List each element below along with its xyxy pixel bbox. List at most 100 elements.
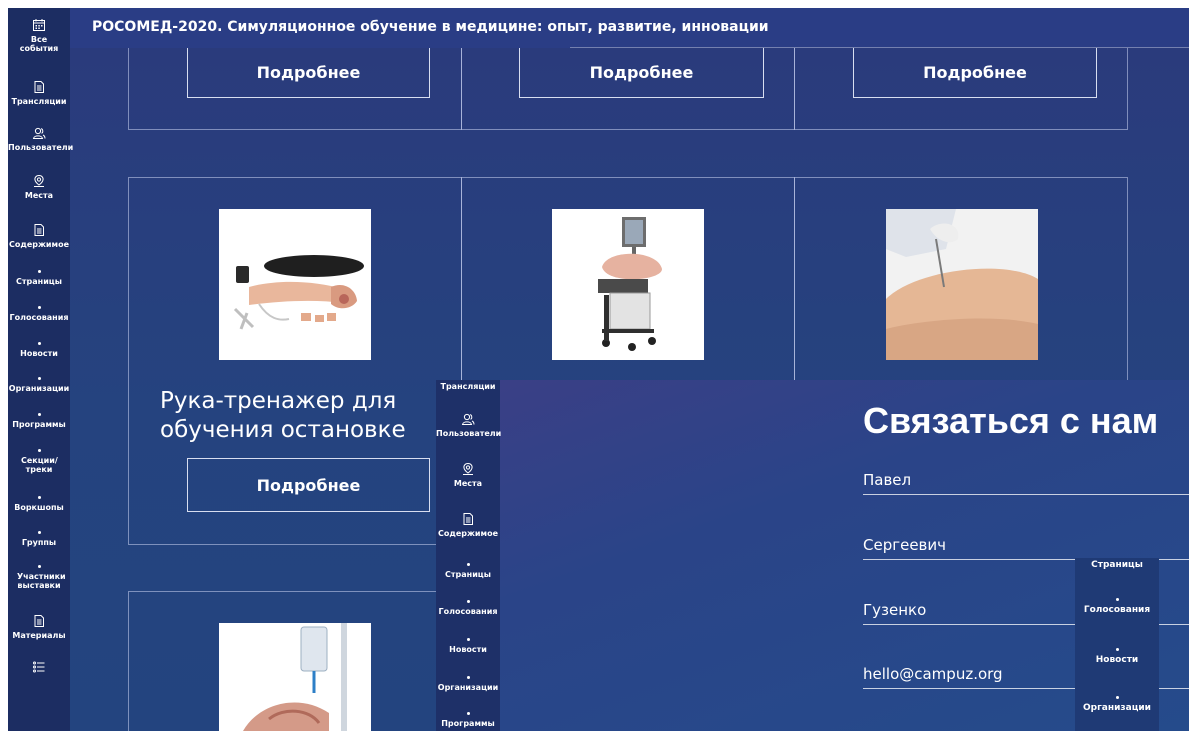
overlay-sidebar-item-votes[interactable]: Голосования [436, 600, 500, 616]
sidebar-item-label: Голосования [9, 313, 69, 322]
sidebar-item-exhibitors[interactable]: Участники выставки [8, 565, 70, 590]
field-value: Павел [863, 471, 912, 489]
field-value: Гузенко [863, 601, 927, 619]
mini-sidebar-item-organizations[interactable]: Организации [1075, 696, 1159, 713]
sidebar-item-materials[interactable]: Материалы [8, 614, 70, 640]
overlay-sidebar-item-programs[interactable]: Программы [436, 712, 500, 728]
dot-icon [37, 449, 41, 452]
sidebar-item-label: Содержимое [437, 529, 498, 538]
sidebar-item-label: Пользователи [8, 143, 74, 152]
document-icon [34, 615, 44, 627]
sidebar-item-label: Секции/ треки [21, 456, 58, 474]
mini-sidebar-item-news[interactable]: Новости [1075, 648, 1159, 665]
sidebar-item-workshops[interactable]: Воркшопы [8, 496, 70, 512]
app-window: РОСОМЕД-2020. Симуляционное обучение в м… [8, 8, 1189, 731]
dot-icon [1115, 598, 1119, 601]
list-icon [33, 661, 45, 673]
more-button[interactable]: Подробнее [187, 458, 430, 512]
sidebar-item-label: Трансляции [11, 97, 67, 106]
dot-icon [37, 306, 41, 309]
more-button[interactable]: Подробнее [853, 48, 1097, 98]
sidebar-item-label: Программы [441, 719, 495, 728]
sidebar-item-programs[interactable]: Программы [8, 413, 70, 429]
dot-icon [1115, 696, 1119, 699]
sidebar-item-votes[interactable]: Голосования [8, 306, 70, 322]
mini-sidebar: Страницы Голосования Новости Организации [1075, 558, 1159, 731]
sidebar-item-label: Воркшопы [14, 503, 64, 512]
overlay-sidebar-item-news[interactable]: Новости [436, 638, 500, 654]
sidebar-item-label: Материалы [12, 631, 66, 640]
middle-name-field[interactable]: Сергеевич [863, 536, 1189, 560]
overlay-sidebar-item-content[interactable]: Содержимое [436, 512, 500, 538]
sidebar-item-label: Новости [449, 645, 487, 654]
sidebar-item-label: Страницы [1091, 560, 1143, 570]
dot-icon [466, 638, 470, 641]
product-image-iv-trainer[interactable] [219, 623, 371, 731]
sidebar-item-label: Голосования [1083, 605, 1151, 615]
sidebar-item-label: Страницы [16, 277, 62, 286]
sidebar-item-label: Организации [1083, 703, 1151, 713]
sidebar-item-label: Программы [12, 420, 66, 429]
sidebar-item-label: Новости [1095, 655, 1139, 665]
sidebar-item-label: Новости [20, 349, 58, 358]
mini-sidebar-item-votes[interactable]: Голосования [1075, 598, 1159, 615]
overlay-sidebar-item-organizations[interactable]: Организации [436, 676, 500, 692]
product-image-arm-trainer[interactable] [219, 209, 371, 360]
dot-icon [466, 600, 470, 603]
sidebar-item-label: Голосования [438, 607, 498, 616]
dot-icon [466, 563, 470, 566]
sidebar-item-label: Организации [8, 384, 70, 393]
overlay-sidebar-item-pages[interactable]: Страницы [436, 563, 500, 579]
users-icon [461, 413, 475, 425]
field-value: hello@campuz.org [863, 665, 1003, 683]
first-name-field[interactable]: Павел [863, 471, 1189, 495]
dot-icon [37, 413, 41, 416]
more-button[interactable]: Подробнее [187, 48, 430, 98]
dot-icon [1115, 648, 1119, 651]
location-icon [463, 462, 473, 475]
sidebar-item-sections[interactable]: Секции/ треки [8, 449, 70, 474]
sidebar-item-groups[interactable]: Группы [8, 531, 70, 547]
sidebar-item-label: Места [453, 479, 483, 488]
sidebar-item-label: Пользователи [436, 429, 502, 438]
field-value: Сергеевич [863, 536, 947, 554]
document-icon [34, 81, 44, 93]
sidebar-item-label: Все события [19, 35, 59, 53]
page-title: РОСОМЕД-2020. Симуляционное обучение в м… [92, 19, 769, 35]
sidebar-item-label: Организации [437, 683, 499, 692]
sidebar-item-places[interactable]: Места [8, 174, 70, 200]
dot-icon [37, 565, 41, 568]
contact-title: Связаться с нам [863, 400, 1159, 441]
mini-sidebar-item-pages[interactable]: Страницы [1075, 560, 1159, 570]
overlay-sidebar-item-broadcasts[interactable]: Трансляции [436, 382, 500, 391]
dot-icon [37, 531, 41, 534]
contact-overlay-panel: Трансляции Пользователи Места Содержимое… [436, 380, 1189, 731]
overlay-sidebar-item-places[interactable]: Места [436, 462, 500, 488]
sidebar-item-content[interactable]: Содержимое [8, 223, 70, 249]
dot-icon [466, 676, 470, 679]
sidebar-item-all-events[interactable]: Все события [8, 18, 70, 53]
product-title: Рука-тренажер для обучения остановке [160, 388, 406, 443]
location-icon [34, 174, 44, 187]
dot-icon [466, 712, 470, 715]
header-bar: РОСОМЕД-2020. Симуляционное обучение в м… [70, 8, 1189, 48]
sidebar-item-label: Трансляции [440, 382, 496, 391]
sidebar-item-pages[interactable]: Страницы [8, 270, 70, 286]
dot-icon [37, 377, 41, 380]
sidebar-item-list[interactable] [8, 660, 70, 677]
sidebar-item-users[interactable]: Пользователи [8, 126, 74, 152]
sidebar-item-organizations[interactable]: Организации [8, 377, 70, 393]
product-image-birth-simulator[interactable] [552, 209, 704, 360]
sidebar-item-label: Группы [21, 538, 57, 547]
sidebar: Все события Трансляции Пользователи Мест… [8, 8, 74, 731]
product-image-puncture-trainer[interactable] [886, 209, 1038, 360]
dot-icon [37, 270, 41, 273]
overlay-sidebar-item-users[interactable]: Пользователи [436, 412, 502, 438]
overlay-sidebar: Трансляции Пользователи Места Содержимое… [436, 380, 502, 731]
more-button[interactable]: Подробнее [519, 48, 764, 98]
sidebar-item-label: Участники выставки [17, 572, 66, 590]
dot-icon [37, 496, 41, 499]
sidebar-item-broadcasts[interactable]: Трансляции [8, 80, 70, 106]
document-icon [463, 513, 473, 525]
sidebar-item-news[interactable]: Новости [8, 342, 70, 358]
